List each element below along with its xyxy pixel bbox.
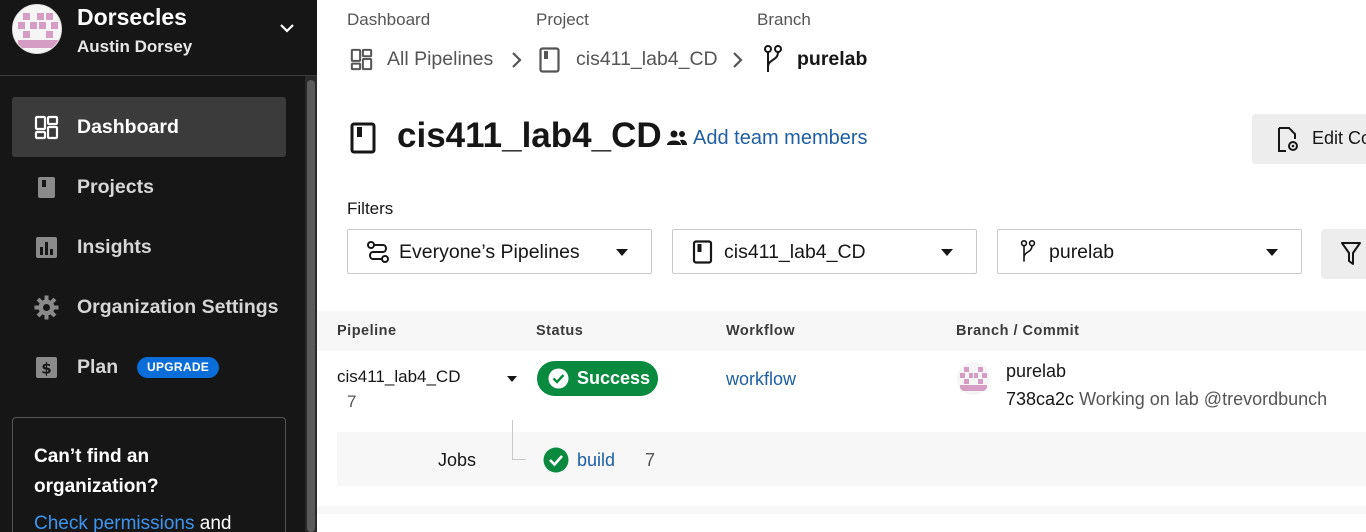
dollar-icon: $: [36, 357, 57, 378]
job-link[interactable]: build: [577, 450, 615, 471]
branch-name: purelab: [1006, 361, 1067, 381]
check-circle-icon: [543, 447, 569, 473]
dashboard-icon: [34, 115, 59, 140]
sidebar: Dorsecles Austin Dorsey Dashboard Projec…: [0, 0, 317, 532]
sidebar-item-organization-settings[interactable]: Organization Settings: [12, 277, 286, 337]
breadcrumb-label-branch: Branch: [757, 10, 811, 29]
commit-author-avatar: [957, 362, 990, 395]
tree-connector: [512, 420, 526, 460]
project-filter-select[interactable]: cis411_lab4_CD: [672, 229, 977, 274]
chevron-down-icon[interactable]: [276, 17, 298, 39]
upgrade-badge[interactable]: UPGRADE: [137, 357, 220, 378]
svg-text:$: $: [41, 360, 51, 378]
filter-icon: [1341, 242, 1361, 265]
jobs-label: Jobs: [438, 450, 477, 470]
main-content: Dashboard Project Branch All Pipelines c…: [317, 0, 1366, 532]
pipelines-filter-value: Everyone’s Pipelines: [399, 241, 580, 263]
column-header-workflow: Workflow: [726, 323, 795, 339]
breadcrumb-label-project: Project: [536, 10, 589, 29]
sidebar-item-label: Plan: [77, 356, 119, 378]
pipeline-number: 7: [347, 392, 357, 411]
dashboard-icon: [350, 48, 373, 71]
check-circle-icon: [548, 368, 569, 389]
status-badge[interactable]: Success: [537, 361, 658, 396]
sidebar-item-dashboard[interactable]: Dashboard: [12, 97, 286, 157]
commit-hash-link[interactable]: 738ca2c: [1006, 389, 1074, 409]
org-avatar: [12, 4, 62, 54]
sidebar-item-label: Dashboard: [77, 116, 179, 138]
caret-down-icon: [1266, 249, 1278, 256]
sidebar-item-label: Organization Settings: [77, 296, 279, 318]
breadcrumb-project[interactable]: cis411_lab4_CD: [539, 45, 719, 75]
filters-label: Filters: [347, 199, 394, 218]
gear-icon: [34, 295, 59, 320]
identicon-image: [957, 362, 990, 395]
caret-down-icon: [616, 249, 628, 256]
breadcrumb-all-pipelines[interactable]: All Pipelines: [350, 45, 500, 75]
scrollbar-thumb[interactable]: [307, 80, 315, 532]
sidebar-scrollbar[interactable]: [305, 76, 317, 532]
branch-icon: [1020, 240, 1036, 262]
identicon-image: [13, 5, 61, 53]
help-title: Can’t find an organization?: [34, 446, 159, 497]
file-settings-icon: [1278, 127, 1298, 152]
pipelines-icon: [367, 241, 389, 263]
chevron-right-icon: [512, 52, 522, 68]
caret-down-icon: [941, 249, 953, 256]
org-help-box: Can’t find an organization? Check permis…: [12, 417, 286, 532]
branch-icon: [764, 45, 782, 72]
project-icon: [350, 122, 376, 154]
add-team-members-label: Add team members: [693, 127, 868, 149]
insights-icon: [36, 237, 57, 258]
table-footer-divider: [317, 506, 1366, 514]
workflow-link[interactable]: workflow: [726, 369, 796, 390]
project-icon: [692, 240, 713, 264]
expand-row-caret-icon[interactable]: [507, 376, 517, 382]
team-icon: [667, 130, 687, 145]
sidebar-item-plan[interactable]: $ Plan UPGRADE: [12, 337, 286, 397]
commit-info: 738ca2c Working on lab @trevordbunch: [1006, 389, 1327, 410]
commit-message: Working on lab @trevordbunch: [1074, 389, 1328, 409]
help-text-suffix: and: [194, 513, 232, 532]
breadcrumb-label-dashboard: Dashboard: [347, 10, 431, 29]
pipelines-filter-select[interactable]: Everyone’s Pipelines: [347, 229, 652, 274]
chevron-right-icon: [733, 52, 743, 68]
user-name: Austin Dorsey: [77, 37, 193, 56]
page-title: cis411_lab4_CD: [397, 116, 662, 155]
branch-filter-select[interactable]: purelab: [997, 229, 1302, 274]
jobs-row: Jobs build 7: [337, 420, 1366, 486]
column-header-pipeline: Pipeline: [337, 323, 397, 339]
edit-config-label: Edit Co: [1312, 128, 1366, 148]
project-filter-value: cis411_lab4_CD: [724, 241, 866, 263]
sidebar-item-label: Projects: [77, 176, 154, 198]
org-name: Dorsecles: [77, 4, 187, 30]
status-label: Success: [577, 368, 651, 388]
check-permissions-link[interactable]: Check permissions: [34, 513, 195, 532]
column-header-branch-commit: Branch / Commit: [956, 323, 1080, 339]
pipeline-name-link[interactable]: cis411_lab4_CD: [337, 367, 460, 387]
breadcrumb-text: All Pipelines: [387, 48, 494, 70]
sidebar-item-insights[interactable]: Insights: [12, 217, 286, 277]
job-number: 7: [645, 450, 656, 470]
project-icon: [38, 177, 55, 198]
help-text: Check permissions and: [34, 513, 231, 532]
sidebar-item-projects[interactable]: Projects: [12, 157, 286, 217]
edit-config-button[interactable]: Edit Co: [1252, 114, 1366, 164]
project-icon: [539, 47, 560, 73]
breadcrumb-branch[interactable]: purelab: [762, 45, 872, 75]
filter-button[interactable]: [1321, 229, 1366, 279]
org-switcher[interactable]: Dorsecles Austin Dorsey: [0, 0, 317, 76]
branch-filter-value: purelab: [1049, 241, 1115, 263]
sidebar-item-label: Insights: [77, 236, 152, 258]
column-header-status: Status: [536, 323, 584, 339]
breadcrumb-text: cis411_lab4_CD: [576, 48, 718, 70]
breadcrumb-text: purelab: [797, 48, 868, 70]
pipelines-table-header: Pipeline Status Workflow Branch / Commit: [317, 311, 1366, 351]
